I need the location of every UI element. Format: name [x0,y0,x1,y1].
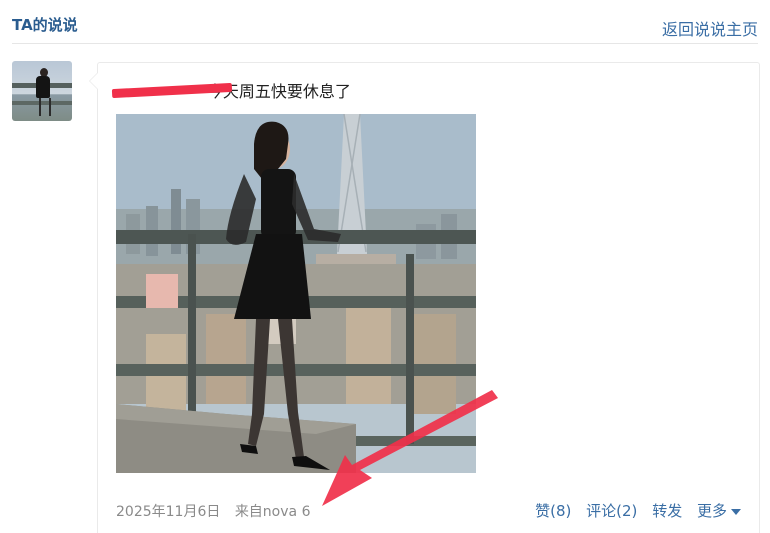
page: TA的说说 返回说说主页 - 今天周五快要休息了 [0,0,770,533]
more-button[interactable]: 更多 [697,502,741,520]
avatar[interactable] [12,61,72,121]
back-to-feed-link[interactable]: 返回说说主页 [662,16,758,40]
like-button[interactable]: 赞(8) [535,502,571,520]
post-actions: 赞(8) 评论(2) 转发 更多 [525,500,741,521]
post-date: 2025年11月6日 [116,504,221,520]
post-meta: 2025年11月6日 来自nova 6 [116,501,320,521]
avatar-figure-legs [39,98,51,116]
chevron-down-icon [731,508,741,515]
photo-illustration [116,114,476,473]
header: TA的说说 返回说说主页 [12,0,758,44]
page-title: TA的说说 [12,16,78,34]
post-text-line: - 今天周五快要休息了 [111,78,351,101]
comment-button[interactable]: 评论(2) [586,502,637,520]
forward-button[interactable]: 转发 [652,502,682,520]
post-source: 来自nova 6 [234,504,311,520]
post-photo[interactable] [116,114,476,473]
post-card: - 今天周五快要休息了 [89,62,760,533]
more-label: 更多 [696,502,727,520]
avatar-figure-body [36,76,50,98]
